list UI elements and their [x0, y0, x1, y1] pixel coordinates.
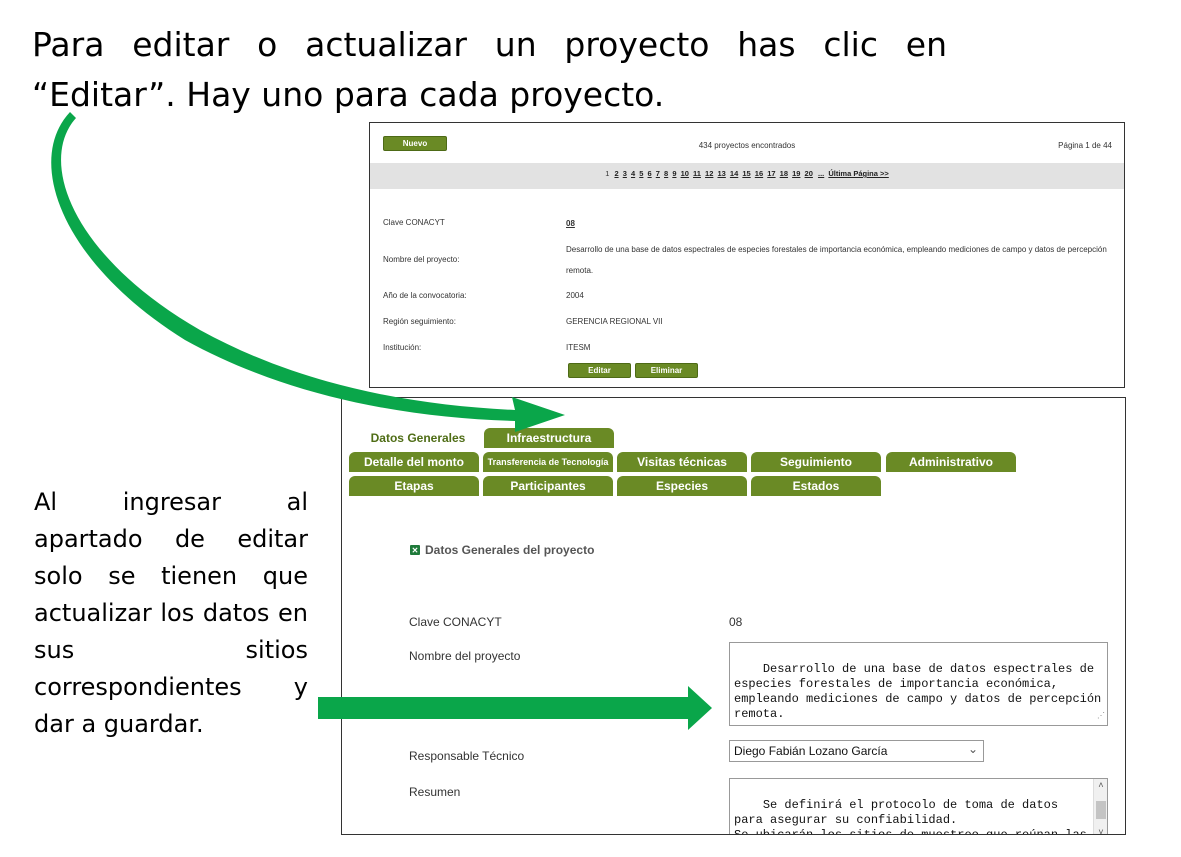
chevron-down-icon: ⌄ [967, 742, 978, 756]
responsable-label: Responsable Técnico [409, 749, 525, 763]
edit-form-screenshot: Datos Generales Infraestructura Detalle … [341, 397, 1126, 835]
resumen-text: Se definirá el protocolo de toma de dato… [734, 798, 1087, 835]
pager-link[interactable]: 15 [742, 169, 750, 178]
tab-administrativo[interactable]: Administrativo [886, 452, 1016, 472]
pager-link[interactable]: 6 [648, 169, 652, 178]
responsable-value: Diego Fabián Lozano García [734, 744, 888, 758]
nombre-text: Desarrollo de una base de datos espectra… [734, 662, 1108, 721]
responsable-select[interactable]: Diego Fabián Lozano García ⌄ [729, 740, 984, 762]
field-value: 2004 [566, 291, 584, 300]
section-title: ✕ Datos Generales del proyecto [410, 543, 594, 557]
pager-link[interactable]: 3 [623, 169, 627, 178]
tab-datos-generales[interactable]: Datos Generales [352, 428, 484, 448]
instruction-side-text: Al ingresar al apartado de editar solo s… [34, 488, 308, 738]
pagination: 1 2 3 4 5 6 7 8 9 10 11 12 13 14 15 16 1… [370, 163, 1124, 189]
scroll-thumb[interactable] [1096, 801, 1106, 819]
tab-etapas[interactable]: Etapas [349, 476, 479, 496]
resumen-textarea[interactable]: Se definirá el protocolo de toma de dato… [729, 778, 1108, 835]
pager-link[interactable]: 18 [780, 169, 788, 178]
pager-link[interactable]: 17 [767, 169, 775, 178]
field-value: ITESM [566, 343, 591, 352]
tab-visitas-tecnicas[interactable]: Visitas técnicas [617, 452, 747, 472]
pager-link[interactable]: 4 [631, 169, 635, 178]
scroll-up-icon[interactable]: ˄ [1094, 779, 1107, 794]
pager-current: 1 [605, 169, 610, 178]
pager-link[interactable]: 13 [717, 169, 725, 178]
tab-infraestructura[interactable]: Infraestructura [484, 428, 614, 448]
pager-link[interactable]: 2 [614, 169, 618, 178]
pager-link[interactable]: 5 [639, 169, 643, 178]
nombre-textarea[interactable]: Desarrollo de una base de datos espectra… [729, 642, 1108, 726]
pager-ellipsis[interactable]: ... [818, 169, 824, 178]
field-label: Nombre del proyecto: [383, 255, 460, 264]
pager-link[interactable]: 16 [755, 169, 763, 178]
resumen-label: Resumen [409, 785, 461, 799]
scroll-down-icon[interactable]: ˅ [1094, 826, 1107, 834]
edit-button[interactable]: Editar [568, 363, 631, 378]
tab-estados[interactable]: Estados [751, 476, 881, 496]
field-value: Desarrollo de una base de datos espectra… [566, 245, 1107, 275]
resize-handle-icon[interactable]: ⋰ [1097, 709, 1105, 724]
clave-value: 08 [729, 615, 743, 629]
results-count: 434 proyectos encontrados [698, 141, 796, 150]
tab-seguimiento[interactable]: Seguimiento [751, 452, 881, 472]
section-title-text: Datos Generales del proyecto [425, 543, 595, 557]
tab-participantes[interactable]: Participantes [483, 476, 613, 496]
tab-especies[interactable]: Especies [617, 476, 747, 496]
pager-link[interactable]: 7 [656, 169, 660, 178]
clave-label: Clave CONACYT [409, 615, 502, 629]
instruction-title: Para editar o actualizar un proyecto has… [32, 25, 947, 114]
pager-link[interactable]: 8 [664, 169, 668, 178]
pager-link[interactable]: 20 [805, 169, 813, 178]
pager-link[interactable]: 19 [792, 169, 800, 178]
pager-link[interactable]: 14 [730, 169, 738, 178]
tab-detalle-monto[interactable]: Detalle del monto [349, 452, 479, 472]
resumen-scrollbar[interactable]: ˄ ˅ [1093, 779, 1107, 834]
project-key-link[interactable]: 08 [566, 213, 1114, 234]
pager-link[interactable]: 12 [705, 169, 713, 178]
pager-link[interactable]: 10 [681, 169, 689, 178]
pager-last-page[interactable]: Última Página >> [828, 169, 888, 178]
tab-transferencia[interactable]: Transferencia de Tecnología [483, 452, 613, 472]
spreadsheet-icon: ✕ [410, 545, 420, 555]
field-label: Región seguimiento: [383, 317, 456, 326]
field-label: Año de la convocatoria: [383, 291, 467, 300]
pager-link[interactable]: 9 [672, 169, 676, 178]
page-indicator: Página 1 de 44 [1058, 141, 1112, 150]
pager-link[interactable]: 11 [693, 169, 701, 178]
nombre-label: Nombre del proyecto [409, 649, 521, 663]
field-value: GERENCIA REGIONAL VII [566, 317, 663, 326]
field-label: Institución: [383, 343, 422, 352]
field-label: Clave CONACYT [383, 218, 445, 227]
project-list-screenshot: Nuevo 434 proyectos encontrados Página 1… [369, 122, 1125, 388]
delete-button[interactable]: Eliminar [635, 363, 698, 378]
